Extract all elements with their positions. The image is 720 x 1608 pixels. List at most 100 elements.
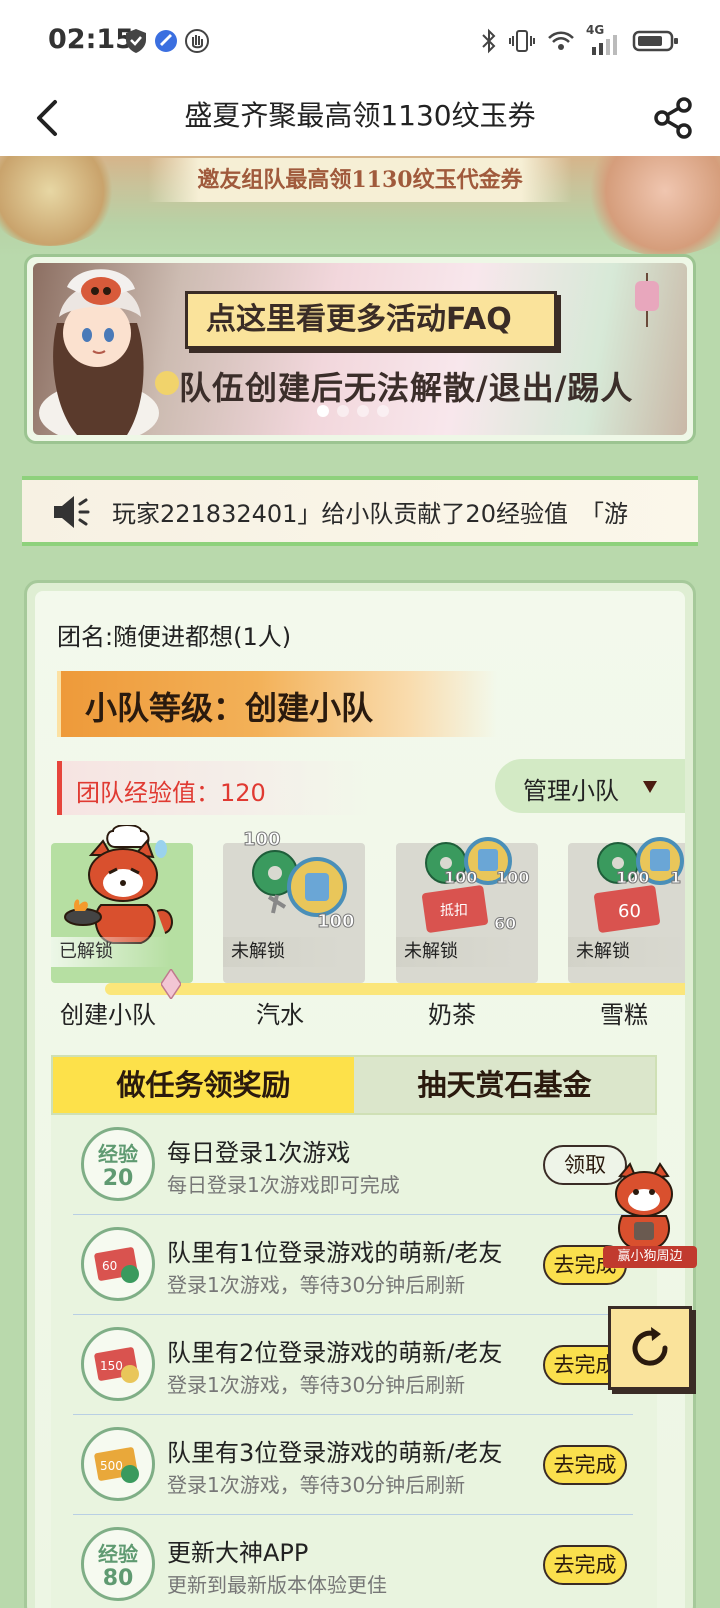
exp-badge-icon: 经验 20 <box>81 1127 155 1201</box>
signal-icon: 4G <box>586 23 622 55</box>
task-title: 队里有3位登录游戏的萌新/老友 <box>167 1439 503 1467</box>
status-icons: 4G <box>480 23 680 56</box>
level-name: 雪糕 <box>600 1001 648 1029</box>
faq-banner[interactable]: 点这里看更多活动FAQ 队伍创建后无法解散/退出/踢人 <box>33 263 687 435</box>
manage-team-button[interactable]: 管理小队 <box>495 759 685 813</box>
dropdown-arrow-icon <box>643 781 657 793</box>
team-exp-bar: 团队经验值：120 <box>57 761 377 815</box>
task-row: 500 队里有3位登录游戏的萌新/老友 登录1次游戏，等待30分钟后刷新 去完成 <box>73 1415 633 1515</box>
hand-icon <box>185 29 209 53</box>
coupon-badge-icon: 60 <box>81 1227 155 1301</box>
task-row: 经验 80 更新大神APP 更新到最新版本体验更佳 去完成 <box>73 1515 633 1608</box>
svg-text:1: 1 <box>670 868 681 887</box>
share-icon <box>654 97 692 139</box>
task-row: 60 队里有1位登录游戏的萌新/老友 登录1次游戏，等待30分钟后刷新 去完成 <box>73 1215 633 1315</box>
svg-text:100: 100 <box>317 911 355 932</box>
svg-text:100: 100 <box>243 829 281 850</box>
refresh-icon <box>632 1327 668 1366</box>
team-level-bar: 小队等级：创建小队 <box>57 671 497 737</box>
level-status: 已解锁 <box>51 937 171 967</box>
task-description: 登录1次游戏，等待30分钟后刷新 <box>167 1373 466 1397</box>
exp-badge-icon: 经验 80 <box>81 1527 155 1601</box>
lantern-decoration <box>635 273 659 327</box>
badge-label: 经验 <box>98 1142 138 1166</box>
jade-coupon-reward-icon: 100 100 <box>243 829 356 933</box>
team-exp-label: 团队经验值：120 <box>76 779 266 807</box>
back-button[interactable] <box>22 92 74 144</box>
tab-fund[interactable]: 抽天赏石基金 <box>354 1057 655 1113</box>
app-notification-icon <box>155 30 177 52</box>
banner-dot[interactable] <box>377 405 389 417</box>
bluetooth-icon <box>482 28 496 54</box>
coupon-badge-icon: 500 <box>81 1427 155 1501</box>
svg-text:100: 100 <box>444 868 477 887</box>
status-bar: 02:15 4G <box>0 0 720 82</box>
level-name: 奶茶 <box>428 1001 476 1029</box>
coupon-value: 60 <box>102 1259 117 1273</box>
task-list: 经验 20 每日登录1次游戏 每日登录1次游戏即可完成 领取 60 队里有1位登… <box>51 1115 657 1608</box>
wifi-icon <box>548 31 574 50</box>
level-progress-track <box>105 983 685 995</box>
task-title: 每日登录1次游戏 <box>167 1139 351 1167</box>
task-row: 经验 20 每日登录1次游戏 每日登录1次游戏即可完成 领取 <box>73 1115 633 1215</box>
banner-dot[interactable] <box>337 405 349 417</box>
back-arrow-icon <box>37 100 57 136</box>
refresh-button[interactable] <box>608 1306 692 1390</box>
coupon-value: 500 <box>100 1459 123 1473</box>
red-panda-chef-icon <box>64 825 173 944</box>
faq-link[interactable]: 点这里看更多活动FAQ <box>185 291 557 349</box>
level-name: 汽水 <box>256 1001 304 1029</box>
banner-character-illustration <box>39 269 179 435</box>
level-status: 未解锁 <box>223 937 343 967</box>
banner-subtitle: 队伍创建后无法解散/退出/踢人 <box>179 369 634 407</box>
level-cell-soda[interactable]: 100 100 未解锁 <box>223 829 365 983</box>
go-complete-button[interactable]: 去完成 <box>543 1545 627 1585</box>
level-name: 创建小队 <box>60 1001 156 1029</box>
team-card: 团名:随便进都想(1人) 小队等级：创建小队 团队经验值：120 管理小队 已解… <box>24 580 696 1608</box>
level-cell-ice-cream[interactable]: 100 1 60 未解锁 <box>568 837 685 983</box>
svg-text:60: 60 <box>494 914 516 933</box>
app-header: 盛夏齐聚最高领1130纹玉券 <box>0 82 720 156</box>
svg-text:100: 100 <box>496 868 529 887</box>
jade-coupon-bundle-icon: 100 1 60 <box>594 837 684 933</box>
banner-dot[interactable] <box>357 405 369 417</box>
mascot-label[interactable]: 赢小狗周边 <box>603 1246 697 1268</box>
jade-coupon-bundle-icon: 100 100 抵扣 60 <box>422 837 530 934</box>
hero-banner: 邀友组队最高领1130纹玉代金券 <box>0 156 720 256</box>
task-description: 更新到最新版本体验更佳 <box>167 1573 387 1597</box>
badge-value: 80 <box>102 1566 134 1591</box>
go-complete-button[interactable]: 去完成 <box>543 1445 627 1485</box>
task-title: 队里有2位登录游戏的萌新/老友 <box>167 1339 503 1367</box>
task-description: 登录1次游戏，等待30分钟后刷新 <box>167 1273 466 1297</box>
task-title: 队里有1位登录游戏的萌新/老友 <box>167 1239 503 1267</box>
banner-pagination <box>317 405 389 417</box>
svg-text:60: 60 <box>618 901 641 922</box>
task-tabs: 做任务领奖励 抽天赏石基金 <box>51 1055 657 1115</box>
vibrate-icon <box>509 30 535 52</box>
level-status: 未解锁 <box>568 937 685 967</box>
status-time: 02:15 <box>48 24 134 55</box>
red-panda-mascot-icon[interactable] <box>604 1162 684 1252</box>
level-status: 未解锁 <box>396 937 516 967</box>
level-cell-create-team[interactable]: 已解锁 <box>51 825 193 983</box>
share-button[interactable] <box>648 92 700 144</box>
task-description: 每日登录1次游戏即可完成 <box>167 1173 400 1197</box>
banner-dot[interactable] <box>317 405 329 417</box>
tab-tasks[interactable]: 做任务领奖励 <box>53 1057 354 1113</box>
shield-icon <box>126 29 146 53</box>
speaker-icon <box>54 496 90 528</box>
hero-ribbon: 邀友组队最高领1130纹玉代金券 <box>148 158 572 202</box>
team-card-inner: 团名:随便进都想(1人) 小队等级：创建小队 团队经验值：120 管理小队 已解… <box>35 591 685 1608</box>
faq-banner-frame: 点这里看更多活动FAQ 队伍创建后无法解散/退出/踢人 <box>24 254 696 444</box>
task-title: 更新大神APP <box>167 1539 309 1567</box>
badge-label: 经验 <box>98 1542 138 1566</box>
coupon-value: 150 <box>100 1359 123 1373</box>
page-title: 盛夏齐聚最高领1130纹玉券 <box>184 99 536 132</box>
svg-text:100: 100 <box>616 868 649 887</box>
level-cell-milk-tea[interactable]: 100 100 抵扣 60 未解锁 <box>396 837 538 983</box>
notice-text: 玩家221832401」给小队贡献了20经验值 「游 <box>112 500 628 528</box>
task-description: 登录1次游戏，等待30分钟后刷新 <box>167 1473 466 1497</box>
battery-icon <box>632 30 678 52</box>
team-level-label: 小队等级：创建小队 <box>85 689 374 727</box>
task-row: 150 队里有2位登录游戏的萌新/老友 登录1次游戏，等待30分钟后刷新 去完成 <box>73 1315 633 1415</box>
